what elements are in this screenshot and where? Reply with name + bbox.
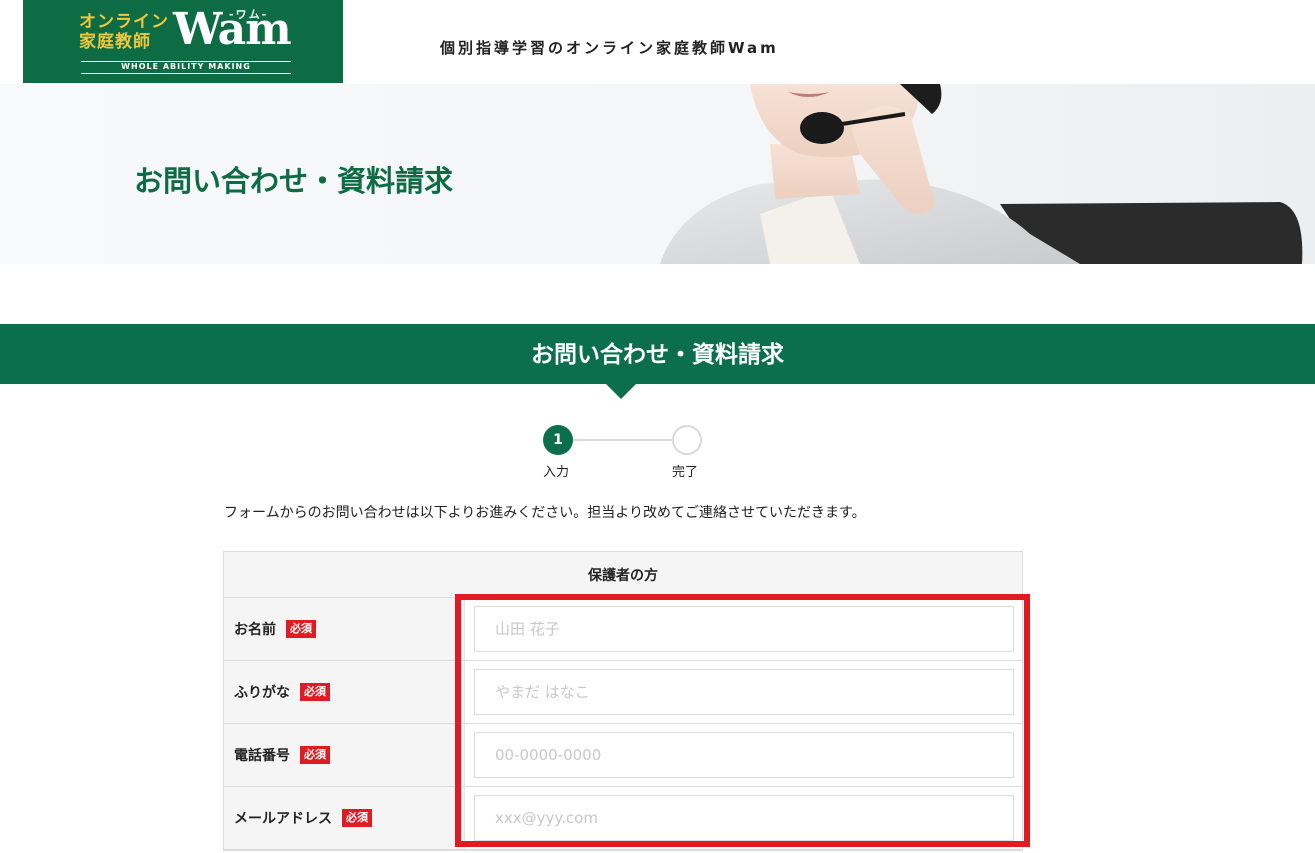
form-row-phone: 電話番号 必須 xyxy=(224,724,1022,787)
furigana-input[interactable] xyxy=(474,669,1014,715)
phone-label: 電話番号 xyxy=(234,748,290,764)
site-title: 個別指導学習のオンライン家庭教師Wam xyxy=(440,39,779,57)
email-label: メールアドレス xyxy=(234,811,332,827)
field-label-cell: ふりがな 必須 xyxy=(224,661,465,723)
required-badge: 必須 xyxy=(286,620,316,638)
form-row-name: お名前 必須 xyxy=(224,598,1022,661)
form-section-header: 保護者の方 xyxy=(224,552,1022,598)
hero-banner: お問い合わせ・資料請求 xyxy=(0,84,1315,264)
field-label-cell: 電話番号 必須 xyxy=(224,724,465,786)
step-2-indicator xyxy=(672,425,702,455)
step-1-indicator: 1 xyxy=(543,425,573,455)
section-title: お問い合わせ・資料請求 xyxy=(531,342,784,368)
field-label-cell: メールアドレス 必須 xyxy=(224,787,465,849)
form-intro-text: フォームからのお問い合わせは以下よりお進みください。担当より改めてご連絡させてい… xyxy=(224,505,866,521)
section-arrow-decoration xyxy=(606,384,636,399)
operator-photo xyxy=(660,84,1303,264)
furigana-label: ふりがな xyxy=(234,685,290,701)
hero-title: お問い合わせ・資料請求 xyxy=(134,164,454,198)
field-label-cell: お名前 必須 xyxy=(224,598,465,660)
form-row-email: メールアドレス 必須 xyxy=(224,787,1022,850)
logo-jp-text: オンライン 家庭教師 xyxy=(79,12,169,52)
name-label: お名前 xyxy=(234,622,276,638)
name-input[interactable] xyxy=(474,606,1014,652)
logo-kana: -ワム- xyxy=(229,8,269,21)
phone-input[interactable] xyxy=(474,732,1014,778)
site-logo[interactable]: オンライン 家庭教師 Wam -ワム- WHOLE ABILITY MAKING xyxy=(23,0,343,83)
step-1-label: 入力 xyxy=(543,465,570,480)
required-badge: 必須 xyxy=(300,746,330,764)
step-connector xyxy=(572,439,672,441)
contact-form: 保護者の方 お名前 必須 ふりがな 必須 電話番号 必須 メールアドレス 必須 xyxy=(223,551,1023,851)
required-badge: 必須 xyxy=(342,809,372,827)
progress-steps: 1 入力 完了 xyxy=(520,422,720,482)
logo-tagline: WHOLE ABILITY MAKING xyxy=(121,62,251,71)
step-2-label: 完了 xyxy=(672,465,699,480)
section-header: お問い合わせ・資料請求 xyxy=(0,324,1315,384)
logo-divider xyxy=(81,73,291,74)
required-badge: 必須 xyxy=(300,683,330,701)
email-input[interactable] xyxy=(474,795,1014,841)
form-row-furigana: ふりがな 必須 xyxy=(224,661,1022,724)
